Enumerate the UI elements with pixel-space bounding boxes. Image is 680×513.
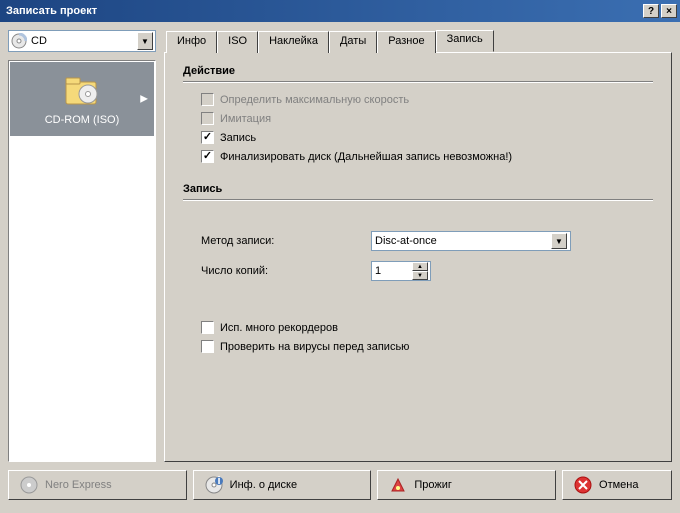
spinner-down[interactable]: ▼	[412, 271, 428, 280]
cancel-button[interactable]: Отмена	[562, 470, 672, 500]
main-area: CD ▼ CD-ROM (ISO) ▶ Инфо ISO	[0, 22, 680, 470]
tab-misc[interactable]: Разное	[377, 31, 435, 53]
cancel-icon	[573, 475, 593, 495]
nero-icon	[19, 475, 39, 495]
checkbox-label: Имитация	[220, 113, 271, 125]
checkbox-input[interactable]: ✓	[201, 150, 214, 163]
checkbox-write[interactable]: ✓ Запись	[183, 131, 653, 144]
checkbox-simulate: Имитация	[183, 112, 653, 125]
titlebar: Записать проект ? ×	[0, 0, 680, 22]
checkbox-input[interactable]: ✓	[201, 131, 214, 144]
help-button[interactable]: ?	[643, 4, 659, 18]
window-title: Записать проект	[6, 5, 641, 17]
write-method-label: Метод записи:	[201, 235, 371, 247]
nero-express-button[interactable]: Nero Express	[8, 470, 187, 500]
checkbox-multi-recorder[interactable]: Исп. много рекордеров	[183, 321, 653, 334]
tab-info[interactable]: Инфо	[166, 31, 217, 53]
copies-label: Число копий:	[201, 265, 371, 277]
divider	[183, 199, 653, 201]
checkbox-label: Финализировать диск (Дальнейшая запись н…	[220, 151, 512, 163]
spinner-up[interactable]: ▲	[412, 262, 428, 271]
checkbox-determine-speed: Определить максимальную скорость	[183, 93, 653, 106]
info-icon: i	[204, 475, 224, 495]
chevron-down-icon: ▼	[551, 233, 567, 249]
checkbox-label: Проверить на вирусы перед записью	[220, 341, 409, 353]
svg-text:i: i	[217, 476, 220, 487]
copies-row: Число копий: ▲ ▼	[183, 261, 653, 281]
media-type-value: CD	[31, 35, 137, 47]
divider	[183, 81, 653, 83]
left-panel: CD ▼ CD-ROM (ISO) ▶	[8, 30, 156, 462]
checkbox-label: Исп. много рекордеров	[220, 322, 338, 334]
write-method-select[interactable]: Disc-at-once ▼	[371, 231, 571, 251]
tab-bar: Инфо ISO Наклейка Даты Разное Запись	[164, 30, 672, 52]
button-label: Прожиг	[414, 479, 452, 491]
button-label: Nero Express	[45, 479, 112, 491]
disc-icon	[11, 33, 27, 49]
chevron-down-icon: ▼	[137, 32, 153, 50]
button-label: Инф. о диске	[230, 479, 297, 491]
write-method-value: Disc-at-once	[375, 235, 551, 247]
close-button[interactable]: ×	[661, 4, 677, 18]
checkbox-input[interactable]	[201, 340, 214, 353]
tab-iso[interactable]: ISO	[217, 31, 258, 53]
checkbox-finalize[interactable]: ✓ Финализировать диск (Дальнейшая запись…	[183, 150, 653, 163]
write-method-row: Метод записи: Disc-at-once ▼	[183, 231, 653, 251]
chevron-right-icon: ▶	[140, 94, 148, 105]
compilation-item-label: CD-ROM (ISO)	[16, 114, 148, 126]
write-group-title: Запись	[183, 183, 653, 195]
compilation-item-cdrom-iso[interactable]: CD-ROM (ISO) ▶	[10, 62, 154, 136]
checkbox-label: Определить максимальную скорость	[220, 94, 409, 106]
folder-disc-icon	[62, 72, 102, 108]
tab-burn[interactable]: Запись	[436, 30, 494, 52]
right-panel: Инфо ISO Наклейка Даты Разное Запись Дей…	[164, 30, 672, 462]
tab-dates[interactable]: Даты	[329, 31, 377, 53]
checkbox-virus-check[interactable]: Проверить на вирусы перед записью	[183, 340, 653, 353]
burn-button[interactable]: Прожиг	[377, 470, 556, 500]
checkbox-input	[201, 112, 214, 125]
media-type-combo[interactable]: CD ▼	[8, 30, 156, 52]
copies-input[interactable]	[372, 265, 412, 277]
disc-info-button[interactable]: i Инф. о диске	[193, 470, 372, 500]
burn-icon	[388, 475, 408, 495]
action-group-title: Действие	[183, 65, 653, 77]
checkbox-label: Запись	[220, 132, 256, 144]
checkbox-input[interactable]	[201, 321, 214, 334]
button-label: Отмена	[599, 479, 638, 491]
compilation-list: CD-ROM (ISO) ▶	[8, 60, 156, 462]
copies-spinner[interactable]: ▲ ▼	[371, 261, 431, 281]
tab-label[interactable]: Наклейка	[258, 31, 329, 53]
checkbox-input	[201, 93, 214, 106]
button-bar: Nero Express i Инф. о диске Прожиг Отмен…	[0, 470, 680, 505]
tab-content: Действие Определить максимальную скорост…	[164, 52, 672, 462]
